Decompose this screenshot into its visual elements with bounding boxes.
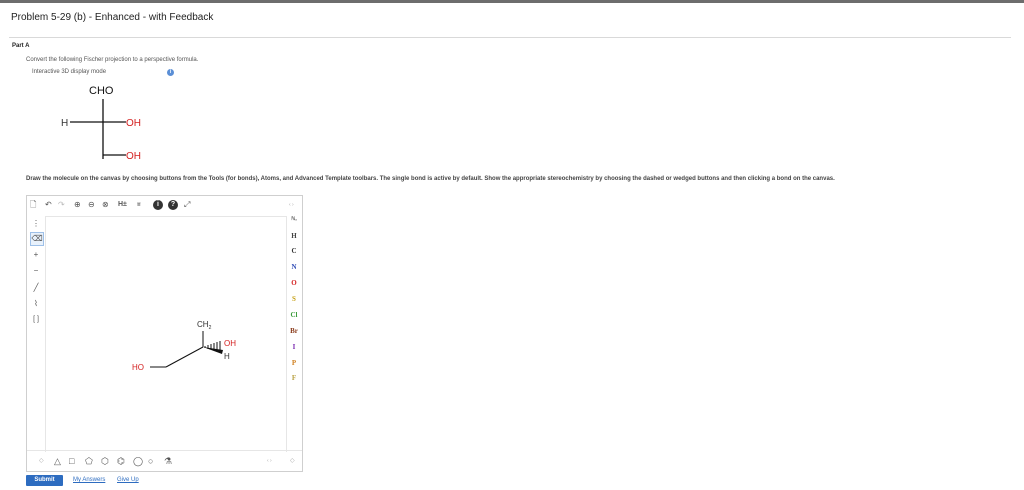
oh-label: OH	[224, 339, 236, 348]
info-icon[interactable]: i	[167, 69, 174, 76]
atom-button-p[interactable]: P	[288, 359, 300, 367]
eraser-tool-icon[interactable]: ⌫	[30, 232, 44, 246]
top-toolbar: 🗋 ↶ ↷ ⊕ ⊖ ⊗ H± ⩸ i ? ⤢ ‹ ›	[27, 196, 302, 216]
left-toolbar: ⋮ ⌫ + − ╱ ⌇ [ ]	[27, 216, 45, 451]
atom-button-s[interactable]: S	[288, 295, 300, 303]
clean-structure-icon[interactable]: ⩸	[137, 199, 141, 211]
select-tool-icon[interactable]: ⋮	[30, 218, 42, 230]
chain-tool-icon[interactable]: ⌇	[30, 298, 42, 310]
periodic-table-icon[interactable]: ℕₐ	[288, 216, 300, 222]
zoom-fit-icon[interactable]: ⊗	[102, 199, 109, 211]
bond-c1-c2	[165, 346, 204, 368]
ho-label: HO	[132, 363, 144, 372]
atom-button-h[interactable]: H	[288, 232, 300, 240]
redo-icon[interactable]: ↷	[58, 199, 65, 211]
drawing-canvas[interactable]: CH2 OH H HO	[45, 216, 287, 452]
plus-charge-icon[interactable]: +	[30, 249, 42, 261]
fischer-right-group-1: OH	[126, 118, 141, 129]
draw-instruction: Draw the molecule on the canvas by choos…	[26, 176, 835, 182]
zoom-out-icon[interactable]: ⊖	[88, 199, 95, 211]
fischer-right-group-2: OH	[126, 151, 141, 162]
octagon-template-icon[interactable]: ○	[148, 455, 153, 467]
top-bar	[0, 0, 1024, 3]
atom-button-o[interactable]: O	[288, 279, 300, 287]
atom-button-br[interactable]: Br	[288, 327, 300, 335]
heptagon-template-icon[interactable]: ◯	[133, 455, 143, 467]
drawn-molecule: CH2 OH H HO	[132, 320, 236, 372]
atom-toolbar: ℕₐ H C N O S Cl Br I P F	[286, 216, 302, 451]
part-label: Part A	[12, 43, 30, 49]
atom-button-i[interactable]: I	[288, 343, 300, 351]
toolbar-scroll-right-icon[interactable]: ◇	[290, 455, 295, 467]
page-title: Problem 5-29 (b) - Enhanced - with Feedb…	[11, 12, 214, 23]
benzene-template-icon[interactable]: ⌬	[117, 455, 125, 467]
atom-button-f[interactable]: F	[288, 374, 300, 382]
ch2-label: CH2	[197, 320, 212, 331]
fischer-left-group: H	[61, 118, 68, 129]
molecule-editor: 🗋 ↶ ↷ ⊕ ⊖ ⊗ H± ⩸ i ? ⤢ ‹ › ⋮ ⌫ + − ╱ ⌇ […	[26, 195, 303, 472]
toolbar-scroll-icon[interactable]: ‹ ›	[267, 455, 272, 467]
new-document-icon[interactable]: 🗋	[30, 199, 36, 211]
submit-button[interactable]: Submit	[26, 475, 63, 486]
display-mode-label: Interactive 3D display mode	[32, 69, 107, 75]
atom-button-n[interactable]: N	[288, 263, 300, 271]
fischer-top-group: CHO	[89, 85, 114, 97]
toolbar-scroll-left-icon[interactable]: ◇	[39, 455, 44, 467]
pentagon-template-icon[interactable]: ⬠	[85, 455, 93, 467]
hydrogens-button[interactable]: H±	[118, 199, 127, 211]
h-label: H	[224, 352, 230, 361]
template-library-icon[interactable]: ⚗	[164, 455, 172, 467]
fullscreen-icon[interactable]: ⤢	[184, 199, 190, 211]
question-instruction: Convert the following Fischer projection…	[26, 57, 199, 63]
help-icon[interactable]: ?	[168, 200, 178, 210]
info-icon[interactable]: i	[153, 200, 163, 210]
my-answers-link[interactable]: My Answers	[73, 477, 105, 483]
template-toolbar: ◇ △ □ ⬠ ⬡ ⌬ ◯ ○ ⚗ ‹ › ◇	[27, 450, 302, 471]
sgroup-bracket-icon[interactable]: [ ]	[30, 314, 42, 326]
triangle-template-icon[interactable]: △	[54, 455, 61, 467]
hexagon-template-icon[interactable]: ⬡	[101, 455, 109, 467]
toolbar-scroll-icon[interactable]: ‹ ›	[289, 199, 294, 211]
undo-icon[interactable]: ↶	[45, 199, 52, 211]
zoom-in-icon[interactable]: ⊕	[74, 199, 81, 211]
atom-button-cl[interactable]: Cl	[288, 311, 300, 319]
minus-charge-icon[interactable]: −	[30, 265, 42, 277]
single-bond-icon[interactable]: ╱	[30, 282, 42, 294]
atom-button-c[interactable]: C	[288, 247, 300, 255]
square-template-icon[interactable]: □	[69, 455, 74, 467]
fischer-projection: CHO H OH OH	[61, 85, 141, 162]
give-up-link[interactable]: Give Up	[117, 477, 139, 483]
title-divider	[9, 37, 1011, 38]
